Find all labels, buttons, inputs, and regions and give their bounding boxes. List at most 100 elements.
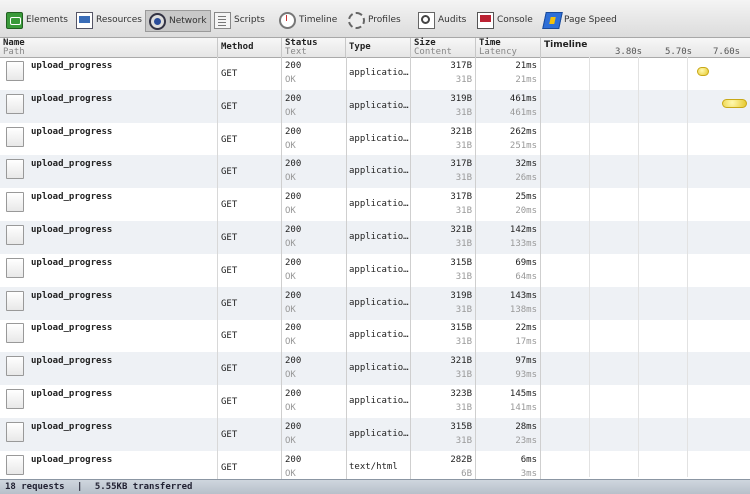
request-latency: 461ms [509, 107, 537, 118]
file-icon [6, 192, 24, 213]
header-time-label: Time [479, 38, 501, 48]
pagespeed-icon [542, 11, 563, 29]
request-time: 22ms [515, 323, 537, 334]
header-name[interactable]: Name Path [0, 38, 218, 57]
request-name: upload_progress [31, 61, 113, 71]
request-type: applicatio… [349, 330, 409, 341]
timeline-gridline [589, 57, 590, 477]
tab-profiles[interactable]: Profiles [348, 9, 401, 31]
header-name-label: Name [3, 38, 25, 48]
tab-timeline-label: Timeline [299, 15, 338, 25]
request-time: 6ms [520, 454, 537, 465]
file-icon [6, 93, 24, 114]
header-text-label: Text [285, 47, 307, 57]
tab-page-speed[interactable]: Page Speed [542, 9, 617, 31]
request-type: applicatio… [349, 133, 409, 144]
file-icon [6, 389, 24, 409]
request-name: upload_progress [31, 421, 113, 432]
file-icon [6, 421, 24, 442]
file-icon [6, 356, 24, 377]
tab-timeline[interactable]: Timeline [279, 9, 337, 31]
request-status: 200 [285, 389, 302, 399]
request-latency: 93ms [515, 370, 537, 381]
request-method: GET [221, 134, 238, 145]
network-icon [149, 12, 166, 30]
request-size: 323B [450, 389, 472, 399]
file-icon [6, 225, 24, 245]
request-method: GET [221, 462, 238, 473]
request-name: upload_progress [31, 323, 113, 334]
request-status: 200 [285, 126, 302, 137]
file-icon [6, 61, 24, 81]
request-content-size: 31B [455, 337, 472, 348]
request-status: 200 [285, 61, 302, 71]
header-method[interactable]: Method [218, 38, 282, 57]
header-path-label: Path [3, 47, 25, 57]
request-size: 315B [450, 323, 472, 334]
request-size: 321B [450, 356, 472, 367]
tab-console[interactable]: Console [477, 9, 533, 31]
tab-resources[interactable]: Resources [76, 9, 142, 31]
request-type: applicatio… [349, 428, 409, 439]
header-size[interactable]: Size Content [411, 38, 476, 57]
request-time: 262ms [509, 126, 537, 137]
request-size: 282B [450, 454, 472, 465]
request-status: 200 [285, 454, 302, 465]
file-icon [6, 159, 24, 180]
request-method: GET [221, 167, 238, 178]
request-content-size: 31B [455, 239, 472, 249]
file-icon [6, 126, 24, 147]
header-status[interactable]: Status Text [282, 38, 346, 57]
request-type: applicatio… [349, 68, 409, 78]
request-count: 18 requests [5, 482, 65, 492]
tab-elements[interactable]: Elements [6, 9, 68, 31]
header-timeline[interactable]: Timeline 3.80s 5.70s 7.60s [541, 38, 750, 57]
request-latency: 64ms [515, 271, 537, 282]
request-method: GET [221, 298, 238, 309]
request-method: GET [221, 101, 238, 112]
timeline-tick-1: 3.80s [615, 47, 643, 57]
request-content-size: 31B [455, 206, 472, 217]
request-size: 321B [450, 225, 472, 235]
tab-page-speed-label: Page Speed [564, 15, 617, 25]
request-status-text: OK [285, 140, 296, 151]
request-size: 317B [450, 192, 472, 203]
file-icon [6, 323, 24, 344]
request-latency: 20ms [515, 206, 537, 217]
col-divider [346, 57, 347, 479]
request-status-text: OK [285, 304, 296, 315]
timeline-tick-2: 5.70s [665, 47, 693, 57]
file-icon [6, 290, 24, 311]
request-status: 200 [285, 93, 302, 104]
request-content-size: 31B [455, 107, 472, 118]
request-content-size: 31B [455, 173, 472, 184]
tab-network[interactable]: Network [145, 10, 211, 32]
header-time[interactable]: Time Latency [476, 38, 541, 57]
tab-profiles-label: Profiles [368, 15, 401, 25]
request-content-size: 31B [455, 304, 472, 315]
request-latency: 26ms [515, 173, 537, 184]
request-status-text: OK [285, 271, 296, 282]
request-name: upload_progress [31, 192, 113, 203]
col-divider [410, 57, 411, 479]
request-name: upload_progress [31, 257, 113, 268]
request-status-text: OK [285, 468, 296, 479]
timeline-bar[interactable] [722, 99, 747, 108]
panel-toolbar: Elements Resources Network Scripts Timel… [0, 0, 750, 38]
request-method: GET [221, 429, 238, 440]
tab-audits[interactable]: Audits [418, 9, 466, 31]
request-type: applicatio… [349, 100, 409, 111]
request-size: 315B [450, 421, 472, 432]
tab-scripts[interactable]: Scripts [214, 9, 265, 31]
col-divider [281, 57, 282, 479]
header-type[interactable]: Type [346, 38, 411, 57]
request-latency: 3ms [520, 468, 537, 479]
request-time: 143ms [509, 290, 537, 301]
request-method: GET [221, 364, 238, 375]
header-status-label: Status [285, 38, 318, 48]
request-time: 25ms [515, 192, 537, 203]
timeline-bar[interactable] [697, 67, 709, 76]
timeline-gridline [687, 57, 688, 477]
request-name: upload_progress [31, 389, 113, 399]
header-latency-label: Latency [479, 47, 517, 57]
